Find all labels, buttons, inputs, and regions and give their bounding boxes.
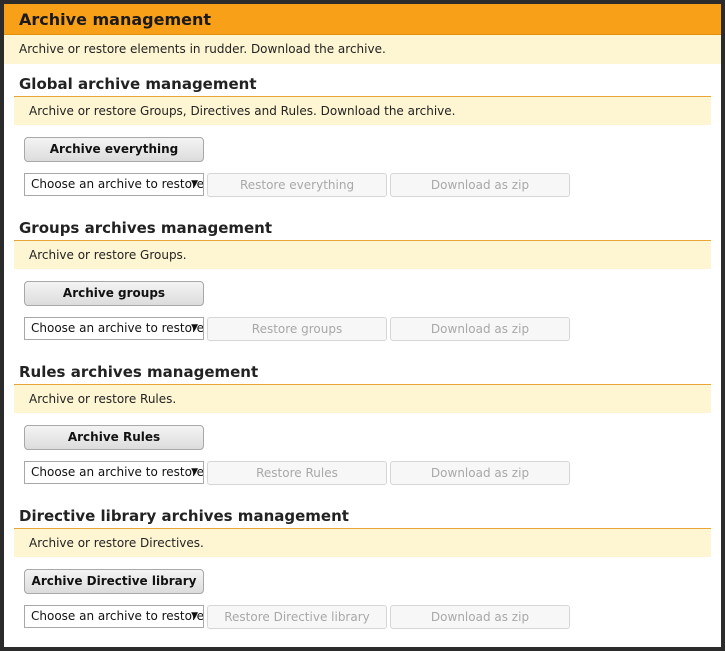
section-description: Archive or restore Directives. bbox=[14, 528, 711, 557]
archive-everything-button[interactable]: Archive everything bbox=[24, 137, 204, 162]
download-directive-library-zip-button[interactable]: Download as zip bbox=[390, 605, 570, 629]
dropdown-arrow-icon: ▼ bbox=[191, 611, 198, 621]
download-global-zip-button[interactable]: Download as zip bbox=[390, 173, 570, 197]
archive-directive-library-button[interactable]: Archive Directive library bbox=[24, 569, 204, 594]
section-title: Groups archives management bbox=[19, 219, 273, 237]
restore-everything-button[interactable]: Restore everything bbox=[207, 173, 387, 197]
section-title: Directive library archives management bbox=[19, 507, 349, 525]
section-description: Archive or restore Groups, Directives an… bbox=[14, 96, 711, 125]
select-value: Choose an archive to restore bbox=[31, 465, 204, 479]
rules-archive-select[interactable]: Choose an archive to restore ▼ bbox=[24, 461, 204, 484]
page-description: Archive or restore elements in rudder. D… bbox=[4, 35, 721, 64]
select-value: Choose an archive to restore bbox=[31, 177, 204, 191]
archive-groups-button[interactable]: Archive groups bbox=[24, 281, 204, 306]
groups-archive-select[interactable]: Choose an archive to restore ▼ bbox=[24, 317, 204, 340]
directive-library-archive-select[interactable]: Choose an archive to restore ▼ bbox=[24, 605, 204, 628]
select-value: Choose an archive to restore bbox=[31, 609, 204, 623]
section-title: Rules archives management bbox=[19, 363, 259, 381]
dropdown-arrow-icon: ▼ bbox=[191, 179, 198, 189]
select-value: Choose an archive to restore bbox=[31, 321, 204, 335]
global-archive-select[interactable]: Choose an archive to restore ▼ bbox=[24, 173, 204, 196]
download-rules-zip-button[interactable]: Download as zip bbox=[390, 461, 570, 485]
restore-groups-button[interactable]: Restore groups bbox=[207, 317, 387, 341]
section-description: Archive or restore Groups. bbox=[14, 240, 711, 269]
page-title: Archive management bbox=[4, 4, 721, 35]
dropdown-arrow-icon: ▼ bbox=[191, 323, 198, 333]
section-title: Global archive management bbox=[19, 75, 257, 93]
section-description: Archive or restore Rules. bbox=[14, 384, 711, 413]
restore-rules-button[interactable]: Restore Rules bbox=[207, 461, 387, 485]
download-groups-zip-button[interactable]: Download as zip bbox=[390, 317, 570, 341]
dropdown-arrow-icon: ▼ bbox=[191, 467, 198, 477]
archive-rules-button[interactable]: Archive Rules bbox=[24, 425, 204, 450]
restore-directive-library-button[interactable]: Restore Directive library bbox=[207, 605, 387, 629]
archive-management-panel: Archive management Archive or restore el… bbox=[4, 4, 721, 647]
